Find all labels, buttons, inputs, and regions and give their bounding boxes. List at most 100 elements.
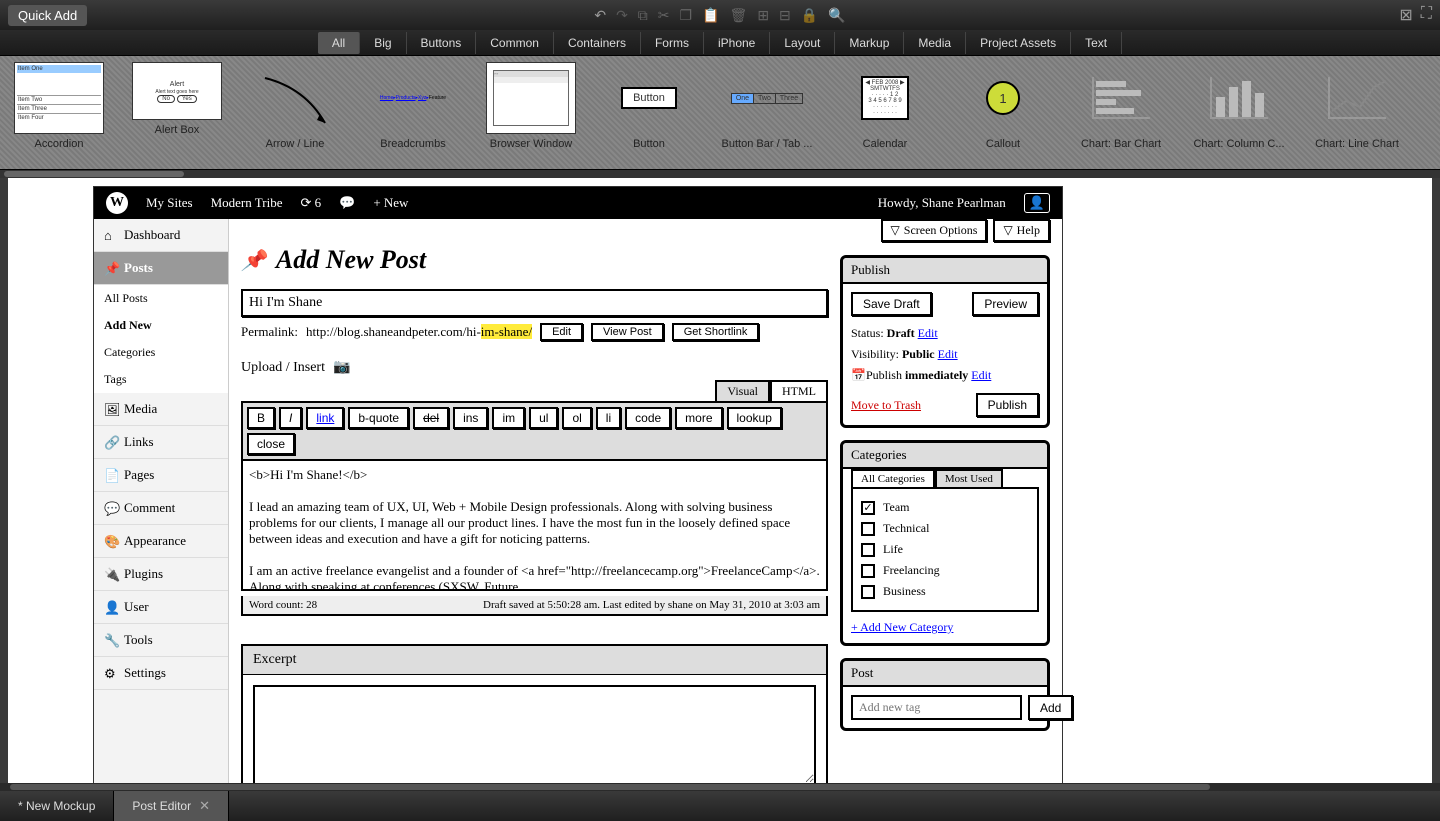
screen-options-button[interactable]: ▽Screen Options	[881, 219, 988, 242]
sidebar-item-pages[interactable]: 📄Pages	[94, 459, 228, 492]
permalink-edit-button[interactable]: Edit	[540, 323, 583, 341]
asset-arrow[interactable]: Arrow / Line	[236, 62, 354, 169]
ed-ul[interactable]: ul	[529, 407, 558, 429]
sidebar-item-plugins[interactable]: 🔌Plugins	[94, 558, 228, 591]
checkbox-icon[interactable]	[861, 543, 875, 557]
wp-site-name[interactable]: Modern Tribe	[211, 195, 283, 211]
help-button[interactable]: ▽Help	[993, 219, 1050, 242]
sidebar-item-comment[interactable]: 💬Comment	[94, 492, 228, 525]
ungroup-icon[interactable]: ⊟	[779, 7, 791, 24]
close-panel-icon[interactable]: ⊠	[1399, 5, 1412, 25]
asset-scrollbar[interactable]	[0, 170, 1440, 178]
paste-icon[interactable]: 📋	[702, 7, 719, 24]
checkbox-icon[interactable]	[861, 585, 875, 599]
ed-bold[interactable]: B	[247, 407, 275, 429]
add-new-category-link[interactable]: + Add New Category	[851, 620, 1039, 635]
ed-more[interactable]: more	[675, 407, 722, 429]
ed-link[interactable]: link	[306, 407, 344, 429]
group-icon[interactable]: ⊞	[757, 7, 769, 24]
excerpt-textarea[interactable]	[253, 685, 816, 783]
publish-button[interactable]: Publish	[976, 393, 1039, 417]
sidebar-item-dashboard[interactable]: ⌂Dashboard	[94, 219, 228, 252]
category-item-technical[interactable]: Technical	[861, 518, 1029, 539]
lock-icon[interactable]: 🔒	[801, 7, 818, 24]
status-edit-link[interactable]: Edit	[918, 326, 938, 340]
tab-visual[interactable]: Visual	[715, 380, 770, 401]
asset-accordion[interactable]: Item OneItem TwoItem ThreeItem FourAccor…	[0, 62, 118, 169]
asset-column-chart[interactable]: Chart: Column C...	[1180, 62, 1298, 169]
ed-img[interactable]: im	[492, 407, 525, 429]
publish-edit-link[interactable]: Edit	[971, 368, 991, 382]
asset-line-chart[interactable]: Chart: Line Chart	[1298, 62, 1416, 169]
fullscreen-icon[interactable]: ⛶	[1421, 5, 1432, 25]
sidebar-item-links[interactable]: 🔗Links	[94, 426, 228, 459]
sidebar-item-user[interactable]: 👤User	[94, 591, 228, 624]
ed-lookup[interactable]: lookup	[727, 407, 782, 429]
checkbox-icon[interactable]	[861, 564, 875, 578]
sidebar-item-posts[interactable]: 📌Posts	[94, 252, 228, 285]
asset-breadcrumbs[interactable]: Home ▸ Products ▸ Xyz ▸ FeatureBreadcrum…	[354, 62, 472, 169]
sidebar-sub-categories[interactable]: Categories	[94, 339, 228, 366]
category-item-business[interactable]: Business	[861, 581, 1029, 602]
cat-project-assets[interactable]: Project Assets	[966, 32, 1071, 54]
canvas[interactable]: W My Sites Modern Tribe ⟳ 6 💬 + New Howd…	[8, 178, 1432, 783]
sidebar-item-settings[interactable]: ⚙Settings	[94, 657, 228, 690]
redo-icon[interactable]: ↷	[616, 7, 628, 24]
canvas-scrollbar[interactable]	[0, 783, 1440, 791]
checkbox-checked-icon[interactable]: ✓	[861, 501, 875, 515]
sidebar-item-tools[interactable]: 🔧Tools	[94, 624, 228, 657]
wp-new[interactable]: + New	[373, 195, 408, 211]
asset-button-bar[interactable]: OneTwoThreeButton Bar / Tab ...	[708, 62, 826, 169]
tab-html[interactable]: HTML	[770, 380, 828, 401]
post-title-input[interactable]	[241, 289, 828, 317]
quick-add-button[interactable]: Quick Add	[8, 5, 87, 26]
wp-avatar-icon[interactable]: 👤	[1024, 193, 1050, 213]
category-item-team[interactable]: ✓Team	[861, 497, 1029, 518]
asset-calendar[interactable]: ◀ FEB 2008 ▶SMTWTFS· · · · · 1 23 4 5 6 …	[826, 62, 944, 169]
ed-code[interactable]: code	[625, 407, 671, 429]
ed-li[interactable]: li	[596, 407, 621, 429]
doc-tab-post-editor[interactable]: Post Editor✕	[114, 791, 229, 821]
cut-icon[interactable]: ✂	[658, 7, 670, 24]
cat-containers[interactable]: Containers	[554, 32, 641, 54]
category-item-life[interactable]: Life	[861, 539, 1029, 560]
wp-logo-icon[interactable]: W	[106, 192, 128, 214]
wp-updates[interactable]: ⟳ 6	[300, 195, 321, 211]
ed-bquote[interactable]: b-quote	[348, 407, 409, 429]
cat-forms[interactable]: Forms	[641, 32, 704, 54]
visibility-edit-link[interactable]: Edit	[938, 347, 958, 361]
cat-buttons[interactable]: Buttons	[407, 32, 477, 54]
search-icon[interactable]: 🔍	[828, 7, 845, 24]
wp-comments-icon[interactable]: 💬	[339, 195, 355, 211]
view-post-button[interactable]: View Post	[591, 323, 664, 341]
asset-callout[interactable]: 1Callout	[944, 62, 1062, 169]
checkbox-icon[interactable]	[861, 522, 875, 536]
cat-layout[interactable]: Layout	[770, 32, 835, 54]
ed-ol[interactable]: ol	[562, 407, 591, 429]
cat-iphone[interactable]: iPhone	[704, 32, 770, 54]
cat-text[interactable]: Text	[1071, 32, 1122, 54]
preview-button[interactable]: Preview	[972, 292, 1039, 316]
duplicate-icon[interactable]: ❐	[680, 7, 693, 24]
sidebar-item-appearance[interactable]: 🎨Appearance	[94, 525, 228, 558]
move-to-trash-link[interactable]: Move to Trash	[851, 398, 921, 413]
wp-howdy[interactable]: Howdy, Shane Pearlman	[878, 195, 1006, 211]
cat-media[interactable]: Media	[904, 32, 966, 54]
add-tag-input[interactable]	[851, 695, 1022, 720]
sidebar-item-media[interactable]: 🖼Media	[94, 393, 228, 426]
asset-alert-box[interactable]: AlertAlert text goes hereNo YesAlert Box	[118, 62, 236, 169]
category-item-freelancing[interactable]: Freelancing	[861, 560, 1029, 581]
undo-icon[interactable]: ↶	[594, 7, 606, 24]
ed-italic[interactable]: I	[279, 407, 302, 429]
post-content-textarea[interactable]: <b>Hi I'm Shane!</b> I lead an amazing t…	[241, 461, 828, 591]
cat-markup[interactable]: Markup	[835, 32, 904, 54]
cat-common[interactable]: Common	[476, 32, 554, 54]
asset-browser-window[interactable]: ◦◦◦Browser Window	[472, 62, 590, 169]
doc-tab-new-mockup[interactable]: * New Mockup	[0, 791, 114, 821]
cat-all[interactable]: All	[318, 32, 360, 54]
delete-icon[interactable]: 🗑	[730, 7, 748, 24]
media-upload-icon[interactable]: 📷	[333, 359, 350, 376]
sidebar-sub-tags[interactable]: Tags	[94, 366, 228, 393]
tab-most-used[interactable]: Most Used	[935, 469, 1003, 487]
copy-icon[interactable]: ⧉	[638, 7, 648, 24]
